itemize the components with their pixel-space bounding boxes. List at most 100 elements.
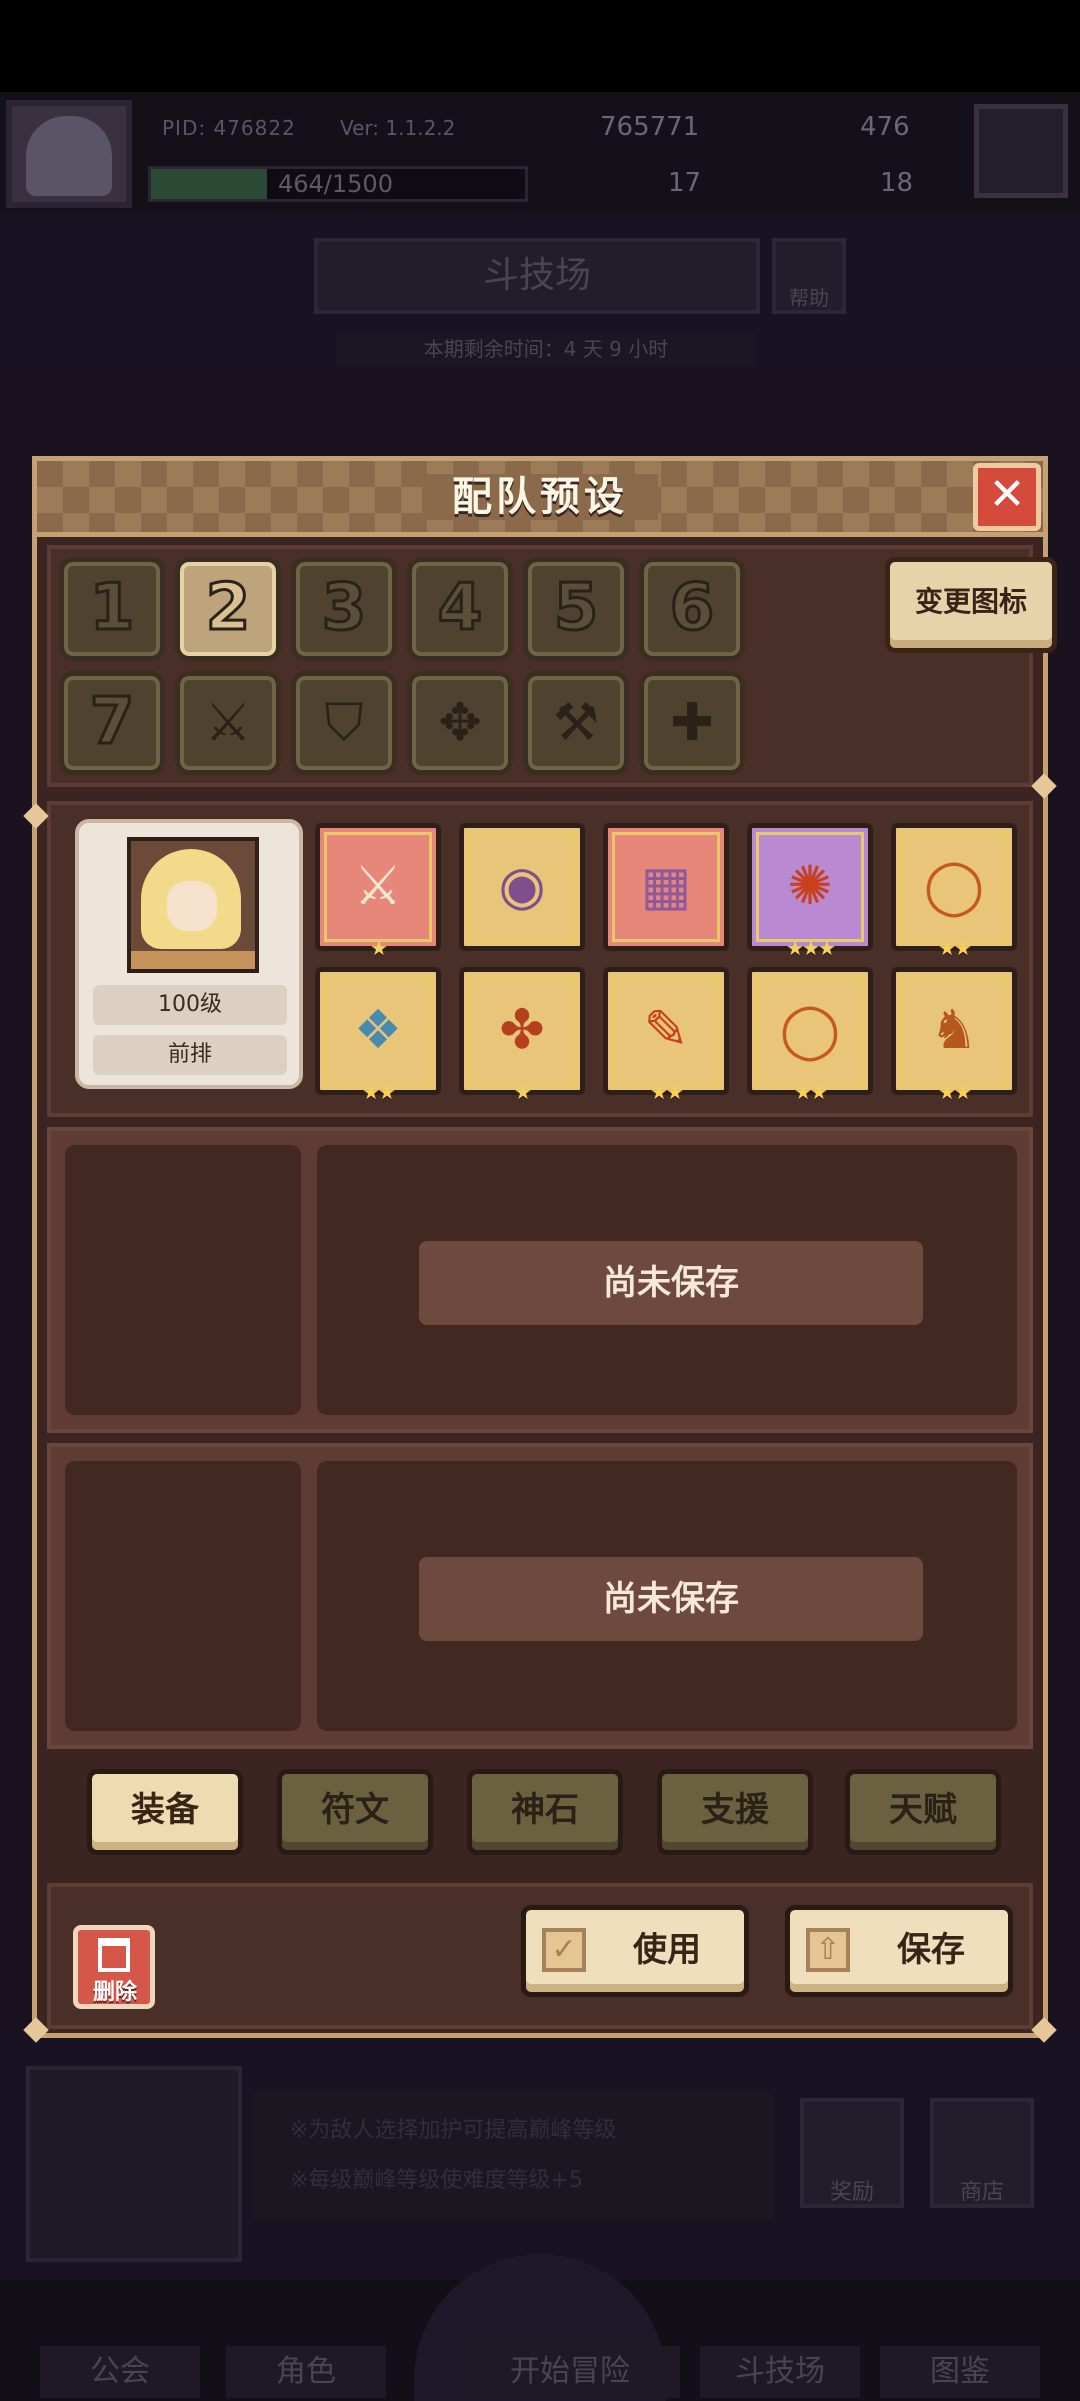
preset-6-button[interactable]: 6 (639, 557, 745, 661)
star-rating: ★ (370, 936, 388, 960)
preset-4-button[interactable]: 4 (407, 557, 513, 661)
hero-position: 前排 (93, 1035, 287, 1075)
check-icon: ✓ (542, 1928, 586, 1972)
equip-slot-boots[interactable]: ♞ ★★ (891, 967, 1017, 1104)
delete-label: 删除 (92, 1980, 137, 2005)
tab-talent[interactable]: 天赋 (845, 1769, 1001, 1855)
equip-slot-crystal-crest[interactable]: ❖ ★★ (315, 967, 441, 1104)
equip-slot-armor-vest[interactable]: ▦ (603, 823, 729, 951)
dialog-title-wrap: 配队预设 (37, 461, 1043, 533)
star-rating: ★★ (362, 1080, 396, 1104)
equip-slot-scroll[interactable]: ✎ ★★ (603, 967, 729, 1104)
preset-number: 3 (320, 570, 368, 647)
status-bar (0, 0, 1080, 92)
scroll-icon: ✎ (643, 998, 689, 1061)
boots-icon: ♞ (929, 998, 979, 1061)
equip-slot-ring[interactable]: ◯ ★★ (891, 823, 1017, 960)
use-label: 使用 (633, 1930, 701, 1970)
arena-title: 斗技场 (314, 238, 760, 314)
change-icon-button[interactable]: 变更图标 (885, 557, 1057, 653)
slot-equipment-placeholder: 尚未保存 (317, 1145, 1017, 1415)
ring-icon: ◯ (779, 998, 841, 1061)
help-button: 帮助 (772, 238, 846, 314)
unsaved-label: 尚未保存 (419, 1241, 923, 1325)
preset-3-button[interactable]: 3 (291, 557, 397, 661)
preset-5-button[interactable]: 5 (523, 557, 629, 661)
preset-2-button[interactable]: 2 (175, 557, 281, 661)
xp-label: 464/1500 (278, 170, 393, 198)
arena-slot (26, 2066, 242, 2262)
slot-hero-placeholder (65, 1461, 301, 1731)
round-shield-icon: ◉ (498, 854, 546, 917)
equip-slot-winged-amulet[interactable]: ✤ ★ (459, 967, 585, 1104)
unsaved-label: 尚未保存 (419, 1557, 923, 1641)
crystal-crest-icon: ❖ (353, 998, 403, 1061)
wrench-icon[interactable]: ⚒ (523, 671, 629, 775)
hero-card[interactable]: 100级 前排 (75, 819, 303, 1089)
star-rating: ★★ (938, 936, 972, 960)
nav-codex: 图鉴 (880, 2346, 1040, 2398)
nav-arena: 斗技场 (700, 2346, 860, 2398)
close-button[interactable]: ✕ (973, 463, 1041, 531)
sun-medallion-icon: ✺ (787, 854, 833, 917)
clover-count: 17 (668, 168, 702, 198)
use-button[interactable]: ✓ 使用 (521, 1905, 749, 1997)
star-rating: ★★ (650, 1080, 684, 1104)
hero-level: 100级 (93, 985, 287, 1025)
crossed-swords-icon: ⚔ (353, 854, 403, 917)
sword-icon[interactable]: ⚔ (175, 671, 281, 775)
equip-slot-sun-medallion[interactable]: ✺ ★★★ (747, 823, 873, 960)
crossbow-icon[interactable]: ✥ (407, 671, 513, 775)
player-avatar (6, 100, 132, 208)
reward-button: 奖励 (800, 2098, 904, 2208)
trash-icon (98, 1938, 130, 1972)
key-count: 18 (880, 168, 914, 198)
upload-icon: ⇧ (806, 1928, 850, 1972)
season-timer: 本期剩余时间：4 天 9 小时 (336, 332, 756, 366)
preset-slot-row: 尚未保存 (47, 1443, 1033, 1749)
preset-number: 7 (88, 684, 136, 761)
equip-slot-crossed-swords[interactable]: ⚔ ★ (315, 823, 441, 960)
star-rating: ★★ (938, 1080, 972, 1104)
version-label: Ver: 1.1.2.2 (340, 116, 456, 140)
save-label: 保存 (897, 1930, 965, 1970)
nav-start-adventure: 开始冒险 (460, 2346, 680, 2398)
star-rating: ★ (514, 1080, 532, 1104)
save-button[interactable]: ⇧ 保存 (785, 1905, 1013, 1997)
player-id: PID: 476822 (162, 116, 296, 140)
ring-icon: ◯ (923, 854, 985, 917)
delete-button[interactable]: 删除 (73, 1925, 155, 2009)
preset-1-button[interactable]: 1 (59, 557, 165, 661)
team-preset-dialog: 配队预设 ✕ 1 2 3 4 5 6 7 ⚔ ⛉ ✥ ⚒ ✚ 变更图标 100级… (23, 456, 1057, 2043)
hero-portrait (127, 837, 259, 973)
equip-slot-ring-2[interactable]: ◯ ★★ (747, 967, 873, 1104)
preset-number: 5 (552, 570, 600, 647)
preset-slot-row: 尚未保存 (47, 1127, 1033, 1433)
nav-guild: 公会 (40, 2346, 200, 2398)
tab-god-stones[interactable]: 神石 (467, 1769, 623, 1855)
slot-hero-placeholder (65, 1145, 301, 1415)
armor-vest-icon: ▦ (640, 854, 692, 917)
shop-button: 商店 (930, 2098, 1034, 2208)
settings-button (974, 104, 1068, 198)
tip-line: ※每级巅峰等级使难度等级+5 (290, 2168, 583, 2193)
tab-runes[interactable]: 符文 (277, 1769, 433, 1855)
nav-character: 角色 (226, 2346, 386, 2398)
dialog-title: 配队预设 (422, 474, 658, 520)
gem-count: 476 (860, 112, 910, 142)
preset-number: 2 (204, 570, 252, 647)
star-rating: ★★★ (786, 936, 836, 960)
star-rating: ★★ (794, 1080, 828, 1104)
preset-7-button[interactable]: 7 (59, 671, 165, 775)
preset-number: 6 (668, 570, 716, 647)
tip-line: ※为敌人选择加护可提高巅峰等级 (290, 2118, 617, 2143)
equip-slot-round-shield[interactable]: ◉ (459, 823, 585, 951)
winged-amulet-icon: ✤ (499, 998, 545, 1061)
gold-count: 765771 (600, 112, 700, 142)
tab-support[interactable]: 支援 (657, 1769, 813, 1855)
shield-icon[interactable]: ⛉ (291, 671, 397, 775)
preset-number: 1 (88, 570, 136, 647)
cross-icon[interactable]: ✚ (639, 671, 745, 775)
tab-equipment[interactable]: 装备 (87, 1769, 243, 1855)
slot-equipment-placeholder: 尚未保存 (317, 1461, 1017, 1731)
